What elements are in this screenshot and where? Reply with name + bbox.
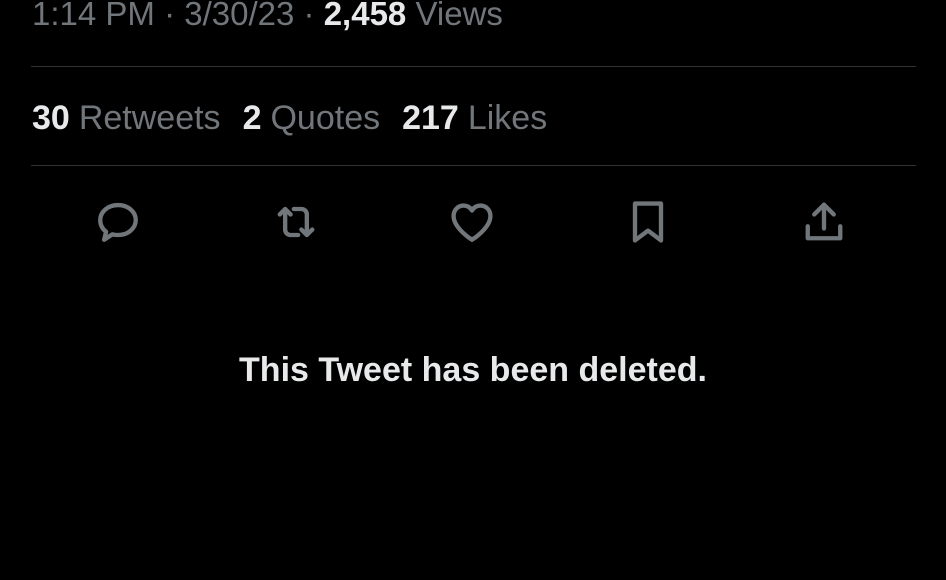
- tweet-date[interactable]: 3/30/23: [184, 0, 294, 32]
- deleted-tweet-notice: This Tweet has been deleted.: [239, 351, 707, 389]
- tweet-meta-line: 1:14 PM · 3/30/23 · 2,458 Views: [32, 0, 503, 38]
- like-button[interactable]: [444, 194, 500, 250]
- retweets-count: 30: [32, 98, 70, 137]
- retweet-button[interactable]: [268, 194, 324, 250]
- meta-separator: ·: [303, 0, 315, 32]
- action-bar: [0, 194, 946, 250]
- quotes-count: 2: [242, 98, 262, 137]
- quotes-label: Quotes: [270, 98, 381, 137]
- views-label: Views: [415, 0, 503, 32]
- quotes-stat[interactable]: 2 Quotes: [243, 99, 381, 138]
- views-count: 2,458: [323, 0, 407, 32]
- share-button[interactable]: [796, 194, 852, 250]
- bookmark-button[interactable]: [620, 194, 676, 250]
- engagement-stats: 30 Retweets 2 Quotes 217 Likes: [32, 94, 569, 142]
- share-icon: [805, 202, 843, 241]
- divider: [31, 165, 916, 166]
- likes-label: Likes: [467, 98, 548, 137]
- retweet-icon: [277, 206, 315, 238]
- meta-separator: ·: [164, 0, 176, 32]
- bookmark-icon: [632, 201, 664, 243]
- divider: [31, 66, 916, 67]
- tweet-time[interactable]: 1:14 PM: [32, 0, 155, 32]
- reply-icon: [98, 202, 138, 242]
- retweets-label: Retweets: [78, 98, 221, 137]
- retweets-stat[interactable]: 30 Retweets: [32, 99, 221, 138]
- reply-button[interactable]: [90, 194, 146, 250]
- likes-count: 217: [402, 98, 459, 137]
- likes-stat[interactable]: 217 Likes: [402, 99, 547, 138]
- heart-icon: [451, 203, 493, 242]
